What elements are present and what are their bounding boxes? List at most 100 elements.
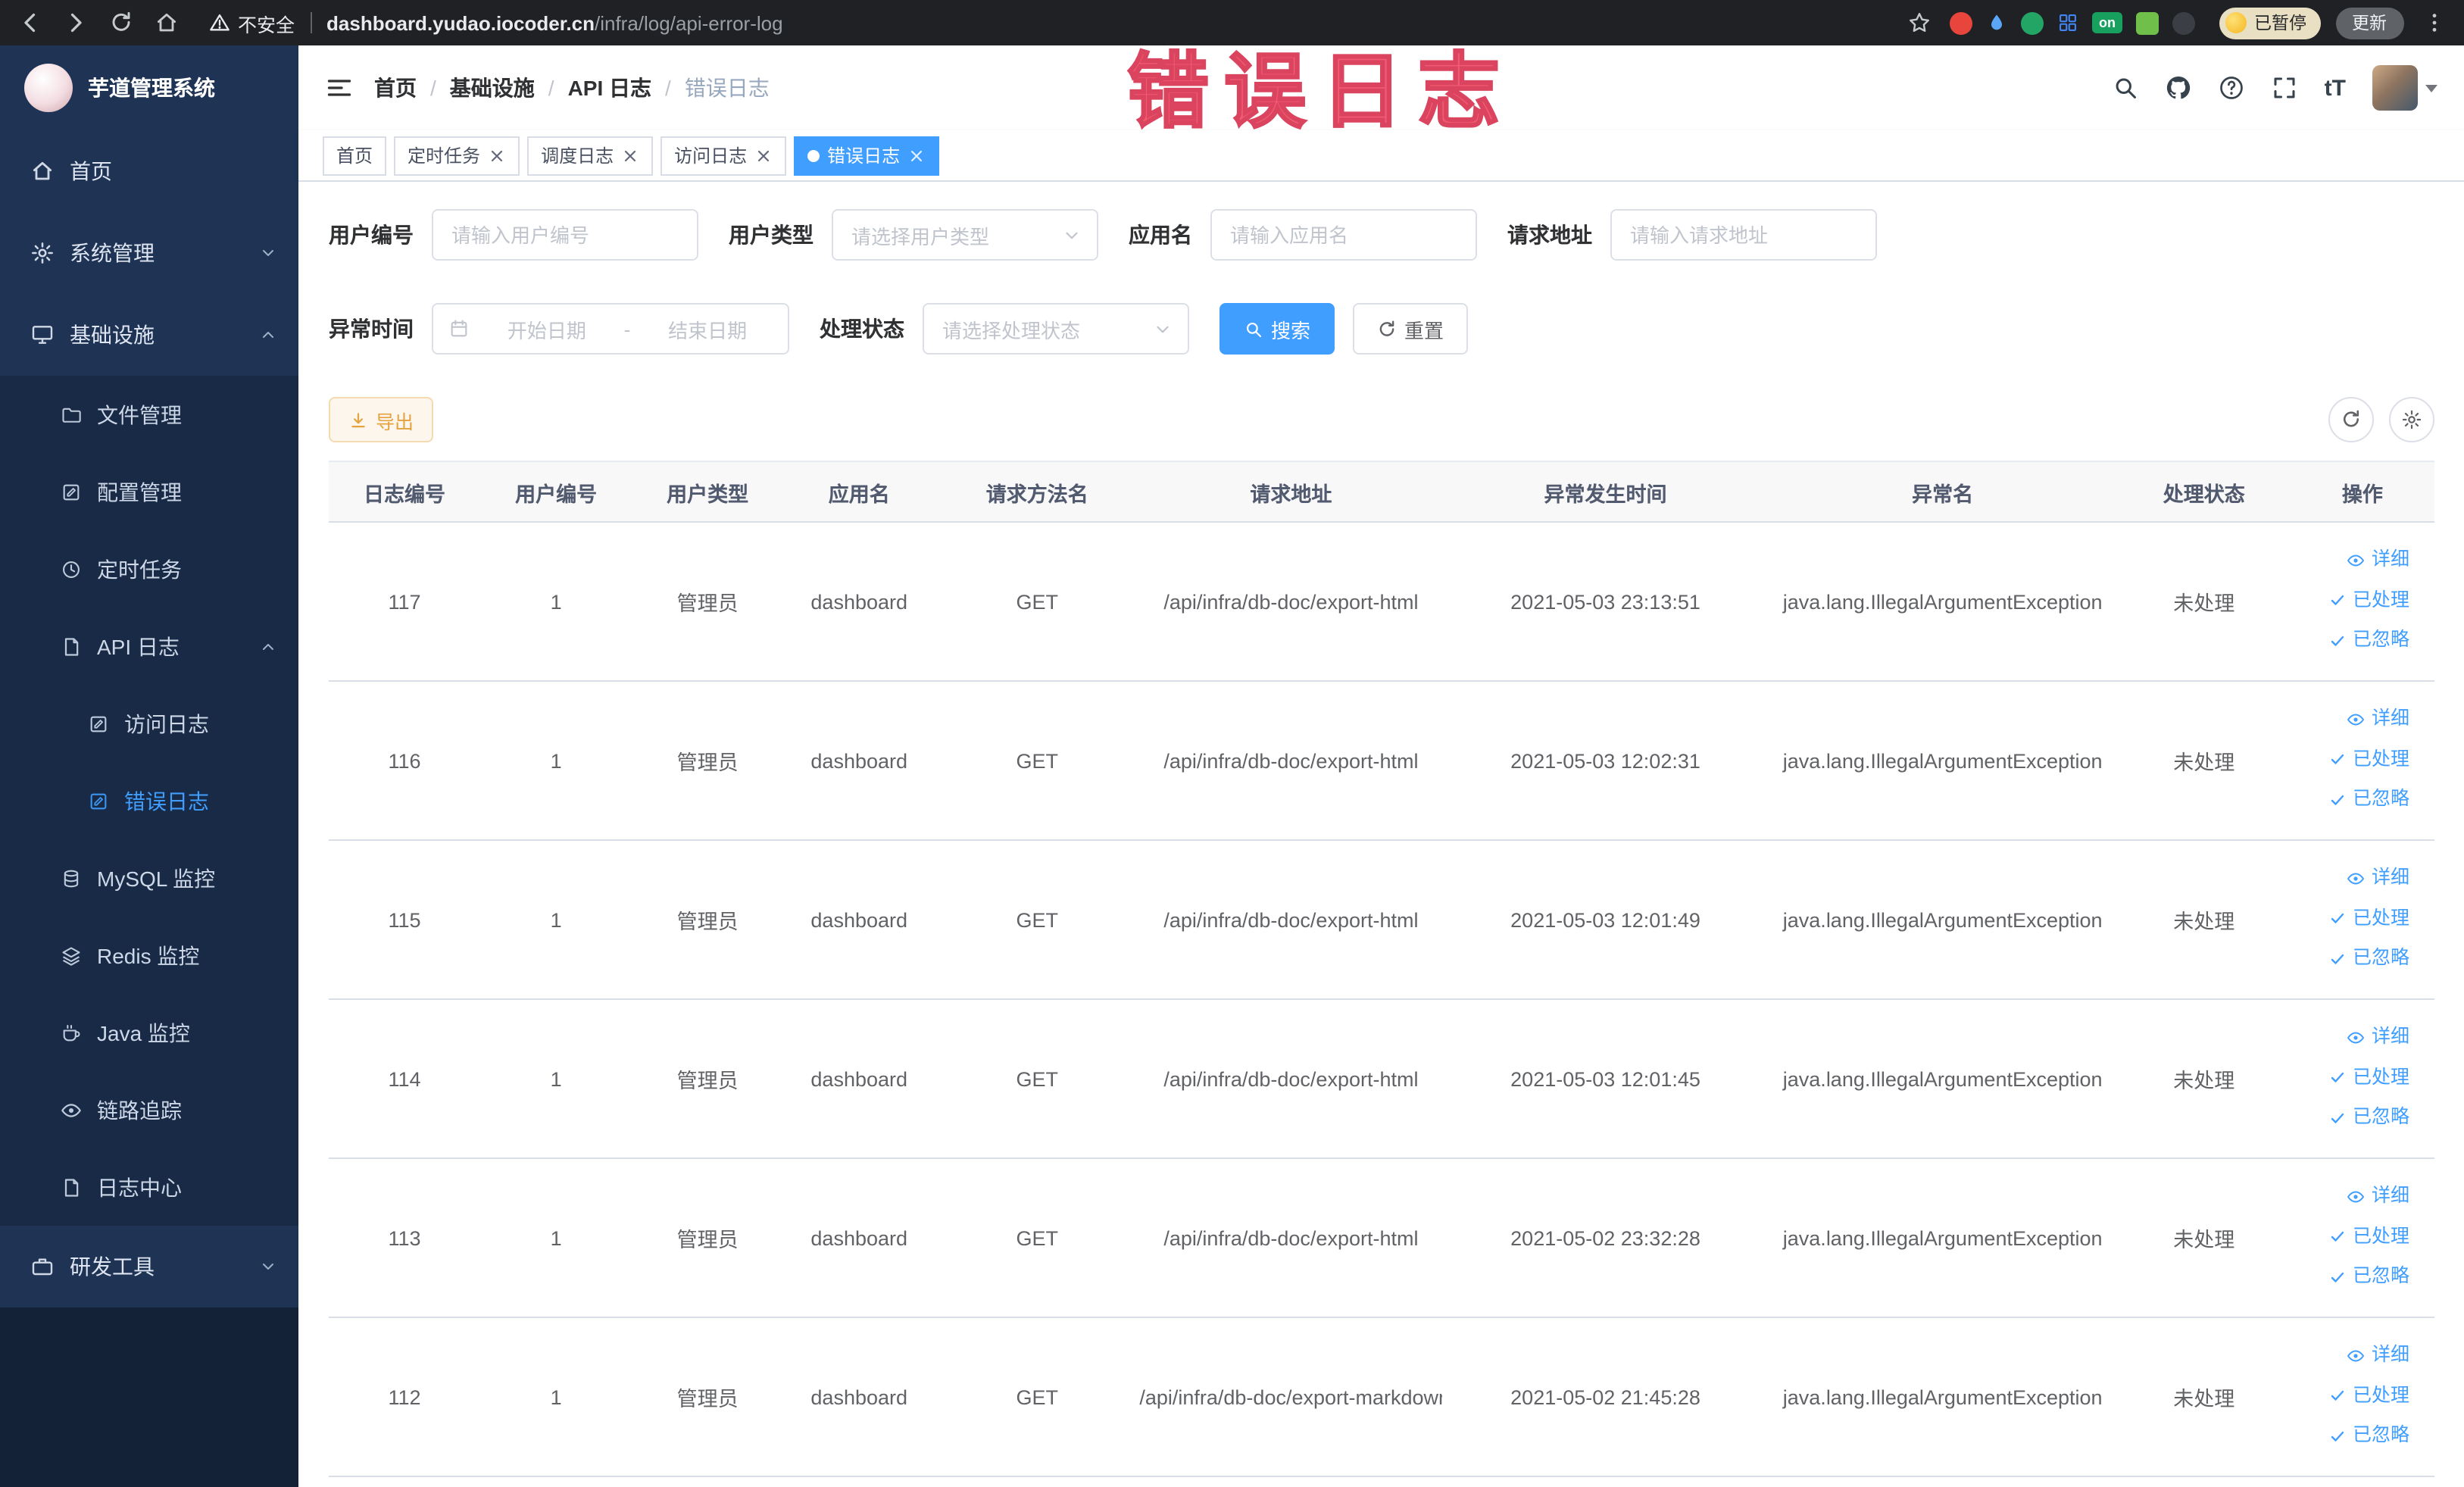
tab-scheduled-jobs[interactable]: 定时任务 [394,136,520,175]
refresh-table-button[interactable] [2328,397,2373,442]
url-host: dashboard.yudao.iocoder.cn [326,11,595,34]
tab-home[interactable]: 首页 [323,136,387,175]
mark-processed-link[interactable]: 已处理 [2328,900,2409,938]
sidebar-item-config-management[interactable]: 配置管理 [0,453,298,530]
close-icon[interactable] [754,146,773,164]
sidebar-item-infrastructure[interactable]: 基础设施 [0,294,298,376]
sidebar-item-devtools[interactable]: 研发工具 [0,1226,298,1307]
column-settings-button[interactable] [2388,397,2434,442]
mark-processed-link[interactable]: 已处理 [2328,1377,2409,1415]
extension-icon-drop[interactable] [1986,11,2007,33]
profile-paused-chip[interactable]: 已暂停 [2219,7,2320,39]
site-security-indicator[interactable]: 不安全 [209,8,295,37]
browser-forward-button[interactable] [61,8,91,38]
avatar [2372,65,2417,111]
column-header-actions: 操作 [2291,461,2434,523]
close-icon[interactable] [621,146,639,164]
extension-on-badge[interactable]: on [2092,12,2122,33]
table-row: 112 1 管理员 dashboard GET /api/infra/db-do… [329,1317,2434,1477]
extension-icon-red[interactable] [1950,11,1972,34]
tab-error-log[interactable]: 错误日志 [794,136,940,175]
security-label: 不安全 [238,14,295,36]
user-id-input[interactable] [432,209,698,261]
breadcrumb-home[interactable]: 首页 [374,73,417,103]
sidebar: 芋道管理系统 首页 系统管理 基础设施 文件管理 配置管理 定时任务 API 日… [0,45,298,1487]
eye-icon [2347,551,2366,570]
breadcrumb: 首页 / 基础设施 / API 日志 / 错误日志 [374,73,770,103]
tab-access-log[interactable]: 访问日志 [661,136,787,175]
extension-icon-green[interactable] [2021,11,2044,34]
app-logo[interactable]: 芋道管理系统 [0,45,298,130]
app-name-input[interactable] [1210,209,1477,261]
process-status-select[interactable]: 请选择处理状态 [923,303,1189,355]
sidebar-item-file-management[interactable]: 文件管理 [0,376,298,453]
sidebar-item-home[interactable]: 首页 [0,130,298,212]
header-search-button[interactable] [2113,74,2140,102]
fullscreen-button[interactable] [2272,74,2299,102]
top-navbar: 首页 / 基础设施 / API 日志 / 错误日志 tT [298,45,2464,130]
github-link[interactable] [2166,74,2193,102]
close-icon[interactable] [488,146,506,164]
exception-time-range-picker[interactable]: 开始日期 - 结束日期 [432,303,789,355]
font-size-button[interactable]: tT [2325,75,2346,101]
sidebar-item-log-center[interactable]: 日志中心 [0,1148,298,1226]
mark-ignored-link[interactable]: 已忽略 [2328,1099,2409,1137]
detail-link[interactable]: 详细 [2347,701,2409,739]
detail-link[interactable]: 详细 [2347,1019,2409,1057]
breadcrumb-infrastructure[interactable]: 基础设施 [450,73,535,103]
extension-icon-leaf[interactable] [2136,11,2159,34]
app-name-label: 应用名 [1129,223,1192,247]
calendar-icon [448,318,470,339]
sidebar-item-trace[interactable]: 链路追踪 [0,1071,298,1148]
browser-home-button[interactable] [151,8,182,38]
search-button[interactable]: 搜索 [1220,303,1335,355]
help-button[interactable] [2219,74,2246,102]
download-icon [348,410,368,430]
sidebar-item-redis-monitor[interactable]: Redis 监控 [0,917,298,994]
folder-icon [61,404,82,425]
bookmark-star-button[interactable] [1904,8,1935,38]
search-icon [2113,74,2140,102]
sidebar-item-error-log[interactable]: 错误日志 [0,762,298,839]
detail-link[interactable]: 详细 [2347,1337,2409,1375]
detail-link[interactable]: 详细 [2347,1178,2409,1216]
request-url-input[interactable] [1610,209,1877,261]
breadcrumb-api-log[interactable]: API 日志 [568,73,651,103]
browser-back-button[interactable] [15,8,45,38]
reset-button[interactable]: 重置 [1353,303,1469,355]
mark-ignored-link[interactable]: 已忽略 [2328,940,2409,978]
mark-ignored-link[interactable]: 已忽略 [2328,781,2409,819]
sidebar-item-system-management[interactable]: 系统管理 [0,212,298,294]
mark-processed-link[interactable]: 已处理 [2328,741,2409,779]
browser-update-button[interactable]: 更新 [2335,7,2403,39]
user-type-select[interactable]: 请选择用户类型 [832,209,1098,261]
address-bar[interactable]: dashboard.yudao.iocoder.cn/infra/log/api… [326,11,1889,34]
mark-processed-link[interactable]: 已处理 [2328,1218,2409,1256]
sidebar-collapse-button[interactable] [326,74,353,102]
user-avatar-menu[interactable] [2372,65,2437,111]
sidebar-item-access-log[interactable]: 访问日志 [0,685,298,762]
detail-link[interactable]: 详细 [2347,860,2409,898]
tab-dispatch-log[interactable]: 调度日志 [527,136,654,175]
mark-ignored-link[interactable]: 已忽略 [2328,1258,2409,1296]
check-icon [2328,1387,2347,1405]
sidebar-item-mysql-monitor[interactable]: MySQL 监控 [0,839,298,917]
navbar-actions: tT [2113,65,2437,111]
browser-menu-button[interactable] [2419,8,2449,38]
export-button[interactable]: 导出 [329,397,434,442]
sidebar-item-java-monitor[interactable]: Java 监控 [0,994,298,1071]
mark-processed-link[interactable]: 已处理 [2328,582,2409,620]
column-header-app-name: 应用名 [783,461,935,523]
breadcrumb-current: 错误日志 [684,76,770,100]
detail-link[interactable]: 详细 [2347,542,2409,579]
extension-icon-grid[interactable] [2057,11,2078,33]
mark-processed-link[interactable]: 已处理 [2328,1059,2409,1097]
sidebar-item-api-log[interactable]: API 日志 [0,608,298,685]
request-url-label: 请求地址 [1507,223,1592,247]
browser-reload-button[interactable] [106,8,136,38]
extension-icon-paw[interactable] [2172,11,2195,34]
close-icon[interactable] [907,146,926,164]
mark-ignored-link[interactable]: 已忽略 [2328,622,2409,660]
sidebar-item-scheduled-jobs[interactable]: 定时任务 [0,530,298,608]
mark-ignored-link[interactable]: 已忽略 [2328,1417,2409,1455]
